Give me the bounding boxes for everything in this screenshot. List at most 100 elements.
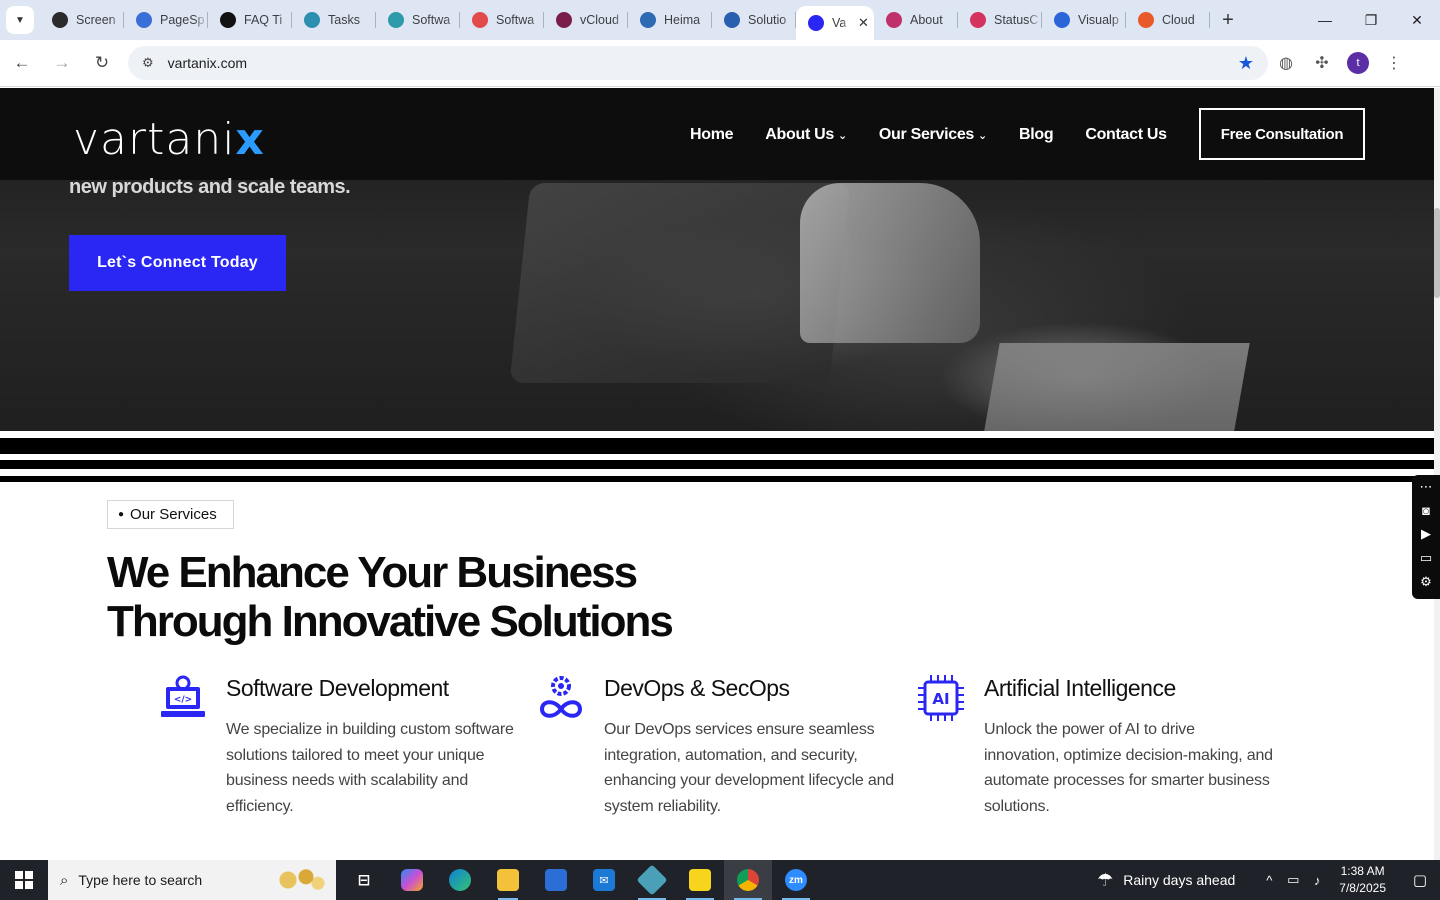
back-button[interactable]: ← <box>4 45 40 81</box>
new-tab-button[interactable]: + <box>1214 6 1242 34</box>
window-icon[interactable]: ▭ <box>1420 550 1432 566</box>
page-scrollbar[interactable] <box>1434 88 1440 860</box>
nav-about-label: About Us <box>765 126 834 143</box>
nav-blog[interactable]: Blog <box>1018 126 1054 144</box>
minimize-button[interactable]: — <box>1302 0 1348 40</box>
browser-tab[interactable]: PageSp <box>124 0 208 40</box>
link-icon[interactable]: ⋯ <box>1420 479 1433 495</box>
task-view-button[interactable]: ⊟ <box>340 860 388 900</box>
chevron-up-icon[interactable]: ^ <box>1257 873 1281 888</box>
tab-favicon-icon <box>136 12 152 28</box>
edge-button[interactable] <box>436 860 484 900</box>
folder-icon <box>497 869 519 891</box>
tab-strip: Screen PageSp FAQ Ti Tasks Softwa Softwa vClou… <box>40 0 1210 40</box>
tab-title: PageSp <box>160 13 205 27</box>
url-text[interactable]: vartanix.com <box>168 55 1238 71</box>
tab-favicon-icon <box>808 15 824 31</box>
reload-button[interactable]: ↻ <box>84 45 120 81</box>
taskbar-search-input[interactable]: ⌕ Type here to search <box>48 860 336 900</box>
menu-kebab-icon[interactable]: ⋮ <box>1376 45 1412 81</box>
taskbar-apps: ⊟ ✉ zm <box>340 860 820 900</box>
close-window-button[interactable]: ✕ <box>1394 0 1440 40</box>
camera-icon[interactable]: ◙ <box>1422 503 1430 518</box>
tab-favicon-icon <box>472 12 488 28</box>
tab-bar: ▼ Screen PageSp FAQ Ti Tasks Softwa Softwa vCl… <box>0 0 1440 40</box>
card-description: Our DevOps services ensure seamless inte… <box>604 721 894 815</box>
diamond-app-icon <box>636 864 668 896</box>
search-placeholder: Type here to search <box>78 872 203 888</box>
site-logo[interactable]: vartanix <box>73 114 265 165</box>
tab-title: Softwa <box>412 13 451 27</box>
tab-title: Visualp <box>1078 13 1119 27</box>
nav-contact-label: Contact Us <box>1085 126 1167 143</box>
restore-button[interactable]: ❐ <box>1348 0 1394 40</box>
browser-tab[interactable]: Visualp <box>1042 0 1126 40</box>
tab-favicon-icon <box>52 12 68 28</box>
headline-line-1: We Enhance Your Business <box>107 548 638 597</box>
headline-line-2: Through Innovative Solutions <box>107 597 674 646</box>
forward-button[interactable]: → <box>44 45 80 81</box>
gear-icon[interactable]: ⚙ <box>1420 574 1432 590</box>
nav-contact[interactable]: Contact Us <box>1085 126 1167 144</box>
browser-tab[interactable]: Cloud <box>1126 0 1210 40</box>
scrollbar-thumb[interactable] <box>1434 208 1440 298</box>
clock[interactable]: 1:38 AM 7/8/2025 <box>1339 863 1386 897</box>
file-explorer-button[interactable] <box>484 860 532 900</box>
card-description: We specialize in building custom softwar… <box>226 721 514 815</box>
site-info-icon[interactable]: ⚙ <box>142 55 154 71</box>
laptop-code-icon: </> <box>161 675 205 717</box>
bullet-icon: ● <box>118 509 125 520</box>
browser-tab[interactable]: FAQ Ti <box>208 0 292 40</box>
tab-search-chevron-icon[interactable]: ▼ <box>6 6 34 34</box>
free-consultation-button[interactable]: Free Consultation <box>1199 108 1365 160</box>
notification-icon[interactable]: ▢ <box>1400 871 1440 889</box>
tab-close-icon[interactable]: ✕ <box>858 15 869 31</box>
zoom-button[interactable]: zm <box>772 860 820 900</box>
browser-tab[interactable]: Solutio <box>712 0 796 40</box>
browser-tab[interactable]: Softwa <box>376 0 460 40</box>
logo-x-mark: x <box>235 114 265 165</box>
chrome-button[interactable] <box>724 860 772 900</box>
nav-services[interactable]: Our Services ⌄ <box>879 126 987 144</box>
lets-connect-button[interactable]: Let`s Connect Today <box>69 235 286 291</box>
browser-tab[interactable]: Softwa <box>460 0 544 40</box>
hero-sleeve-shape <box>800 183 980 343</box>
nav-blog-label: Blog <box>1018 126 1054 143</box>
tab-title: StatusC <box>994 13 1039 27</box>
bookmark-star-icon[interactable]: ★ <box>1238 53 1254 74</box>
url-input[interactable]: ⚙ vartanix.com ★ <box>128 46 1268 80</box>
zoom-icon: zm <box>785 869 807 891</box>
start-button[interactable] <box>0 860 48 900</box>
store-button[interactable] <box>532 860 580 900</box>
address-bar: ← → ↻ ⚙ vartanix.com ★ ◍ ✣ t ⋮ <box>0 40 1440 87</box>
vpn-app-button[interactable] <box>628 860 676 900</box>
sticky-notes-button[interactable] <box>676 860 724 900</box>
browser-tab[interactable]: vCloud <box>544 0 628 40</box>
mail-icon: ✉ <box>593 869 615 891</box>
browser-tab[interactable]: Heima <box>628 0 712 40</box>
search-icon: ⌕ <box>60 871 69 889</box>
nav-about[interactable]: About Us ⌄ <box>765 126 847 144</box>
card-title: DevOps & SecOps <box>604 675 790 701</box>
task-view-icon: ⊟ <box>357 872 371 889</box>
video-icon[interactable]: ▶ <box>1421 526 1431 542</box>
capture-toolbar: ⋯ ◙ ▶ ▭ ⚙ <box>1412 475 1440 599</box>
tab-title: Va <box>832 16 847 30</box>
window-controls: — ❐ ✕ <box>1302 0 1440 40</box>
weather-widget[interactable]: ☂ Rainy days ahead <box>1097 870 1235 891</box>
browser-tab[interactable]: Tasks <box>292 0 376 40</box>
browser-tab[interactable]: Va ✕ <box>796 6 874 40</box>
volume-icon[interactable]: ♪ <box>1305 873 1329 888</box>
copilot-button[interactable] <box>388 860 436 900</box>
browser-tab[interactable]: StatusC <box>958 0 1042 40</box>
nav-home[interactable]: Home <box>690 126 734 144</box>
browser-tab[interactable]: Screen <box>40 0 124 40</box>
mail-button[interactable]: ✉ <box>580 860 628 900</box>
web-page: vartanix Home About Us ⌄ Our Services ⌄ Bl… <box>0 88 1434 860</box>
extensions-puzzle-icon[interactable]: ✣ <box>1304 45 1340 81</box>
translate-icon[interactable]: ◍ <box>1268 45 1304 81</box>
logo-text: vartani <box>73 114 236 165</box>
profile-button[interactable]: t <box>1340 45 1376 81</box>
network-icon[interactable]: ▭ <box>1281 872 1305 888</box>
browser-tab[interactable]: About <box>874 0 958 40</box>
